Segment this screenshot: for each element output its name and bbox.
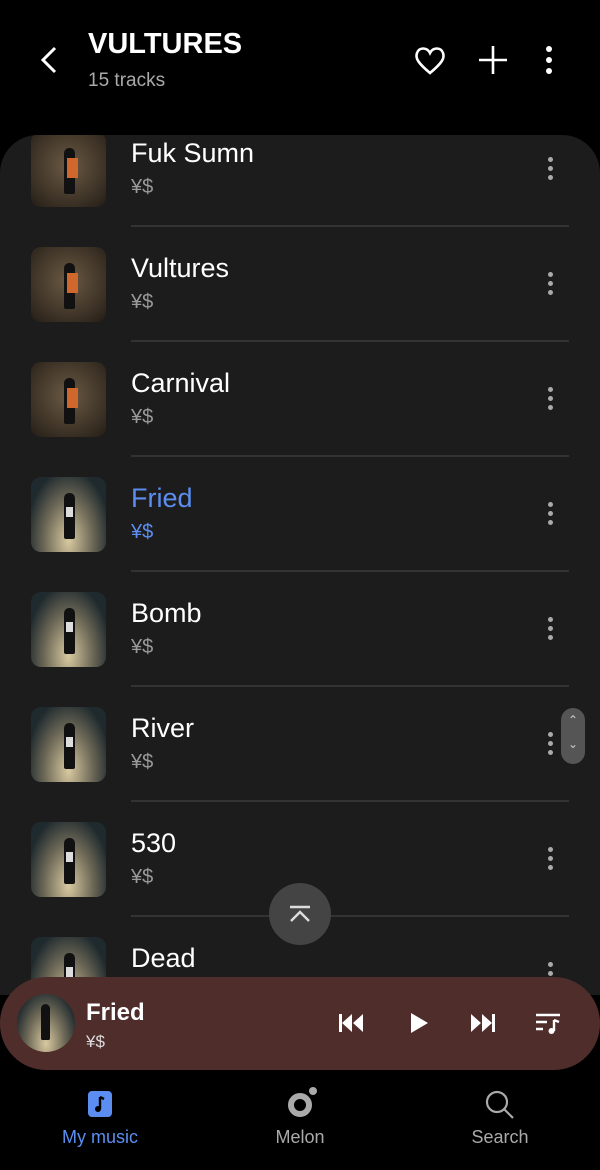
- more-options-icon[interactable]: [529, 40, 569, 80]
- album-artwork: [31, 362, 106, 437]
- search-icon: [485, 1090, 514, 1119]
- album-artwork: [31, 247, 106, 322]
- track-title: River: [131, 713, 195, 743]
- track-artist: ¥$: [131, 291, 154, 313]
- heart-icon[interactable]: [410, 40, 450, 80]
- scrollbar-handle[interactable]: ⌃ ⌄: [561, 708, 585, 764]
- track-more-icon[interactable]: [544, 847, 556, 875]
- album-artwork: [31, 822, 106, 897]
- album-artwork: [31, 707, 106, 782]
- queue-icon[interactable]: [533, 1007, 565, 1039]
- track-more-icon[interactable]: [544, 617, 556, 645]
- track-row[interactable]: Carnival ¥$: [0, 342, 600, 457]
- track-title: Dead: [131, 943, 196, 973]
- nav-label: My music: [62, 1127, 138, 1147]
- track-artist: ¥$: [131, 406, 154, 428]
- track-row[interactable]: Bomb ¥$: [0, 572, 600, 687]
- next-icon[interactable]: [467, 1007, 499, 1039]
- page-title: VULTURES: [88, 28, 243, 60]
- play-icon[interactable]: [402, 1007, 434, 1039]
- track-count: 15 tracks: [88, 70, 166, 91]
- nav-label: Search: [471, 1127, 529, 1147]
- track-row[interactable]: Vultures ¥$: [0, 227, 600, 342]
- track-row[interactable]: River ¥$: [0, 687, 600, 802]
- track-artist: ¥$: [131, 866, 154, 888]
- previous-icon[interactable]: [335, 1007, 367, 1039]
- scroll-to-top-button[interactable]: [269, 883, 331, 945]
- mini-player-title: Fried: [86, 999, 145, 1026]
- track-row[interactable]: Fuk Sumn ¥$: [0, 135, 600, 227]
- track-more-icon[interactable]: [544, 387, 556, 415]
- nav-label: Melon: [275, 1127, 325, 1147]
- track-title: Vultures: [131, 253, 230, 283]
- track-title: Fried: [131, 483, 193, 513]
- add-icon[interactable]: [473, 40, 513, 80]
- track-title: Carnival: [131, 368, 231, 398]
- track-artist: ¥$: [131, 636, 154, 658]
- track-row[interactable]: Fried ¥$: [0, 457, 600, 572]
- header: VULTURES 15 tracks: [0, 0, 600, 135]
- mini-player-artwork: [17, 994, 75, 1052]
- track-more-icon[interactable]: [544, 502, 556, 530]
- nav-melon[interactable]: Melon: [200, 1075, 400, 1170]
- mini-player[interactable]: Fried ¥$: [0, 977, 600, 1070]
- track-title: 530: [131, 828, 177, 858]
- album-artwork: [31, 477, 106, 552]
- track-artist: ¥$: [131, 176, 154, 198]
- scroll-to-top-icon: [290, 905, 310, 922]
- track-more-icon[interactable]: [544, 272, 556, 300]
- track-artist: ¥$: [131, 751, 154, 773]
- music-note-icon: [88, 1091, 112, 1117]
- track-list: Fuk Sumn ¥$ Vultures ¥$ Carnival ¥$ Frie…: [0, 135, 600, 995]
- mini-player-artist: ¥$: [86, 1032, 105, 1051]
- track-title: Fuk Sumn: [131, 138, 255, 168]
- album-artwork: [31, 592, 106, 667]
- track-title: Bomb: [131, 598, 202, 628]
- track-more-icon[interactable]: [544, 157, 556, 185]
- track-artist: ¥$: [131, 521, 154, 543]
- nav-search[interactable]: Search: [400, 1075, 600, 1170]
- track-more-icon[interactable]: [544, 732, 556, 760]
- back-icon[interactable]: [36, 42, 64, 78]
- album-artwork: [31, 135, 106, 207]
- nav-my-music[interactable]: My music: [0, 1075, 200, 1170]
- melon-icon: [288, 1087, 317, 1117]
